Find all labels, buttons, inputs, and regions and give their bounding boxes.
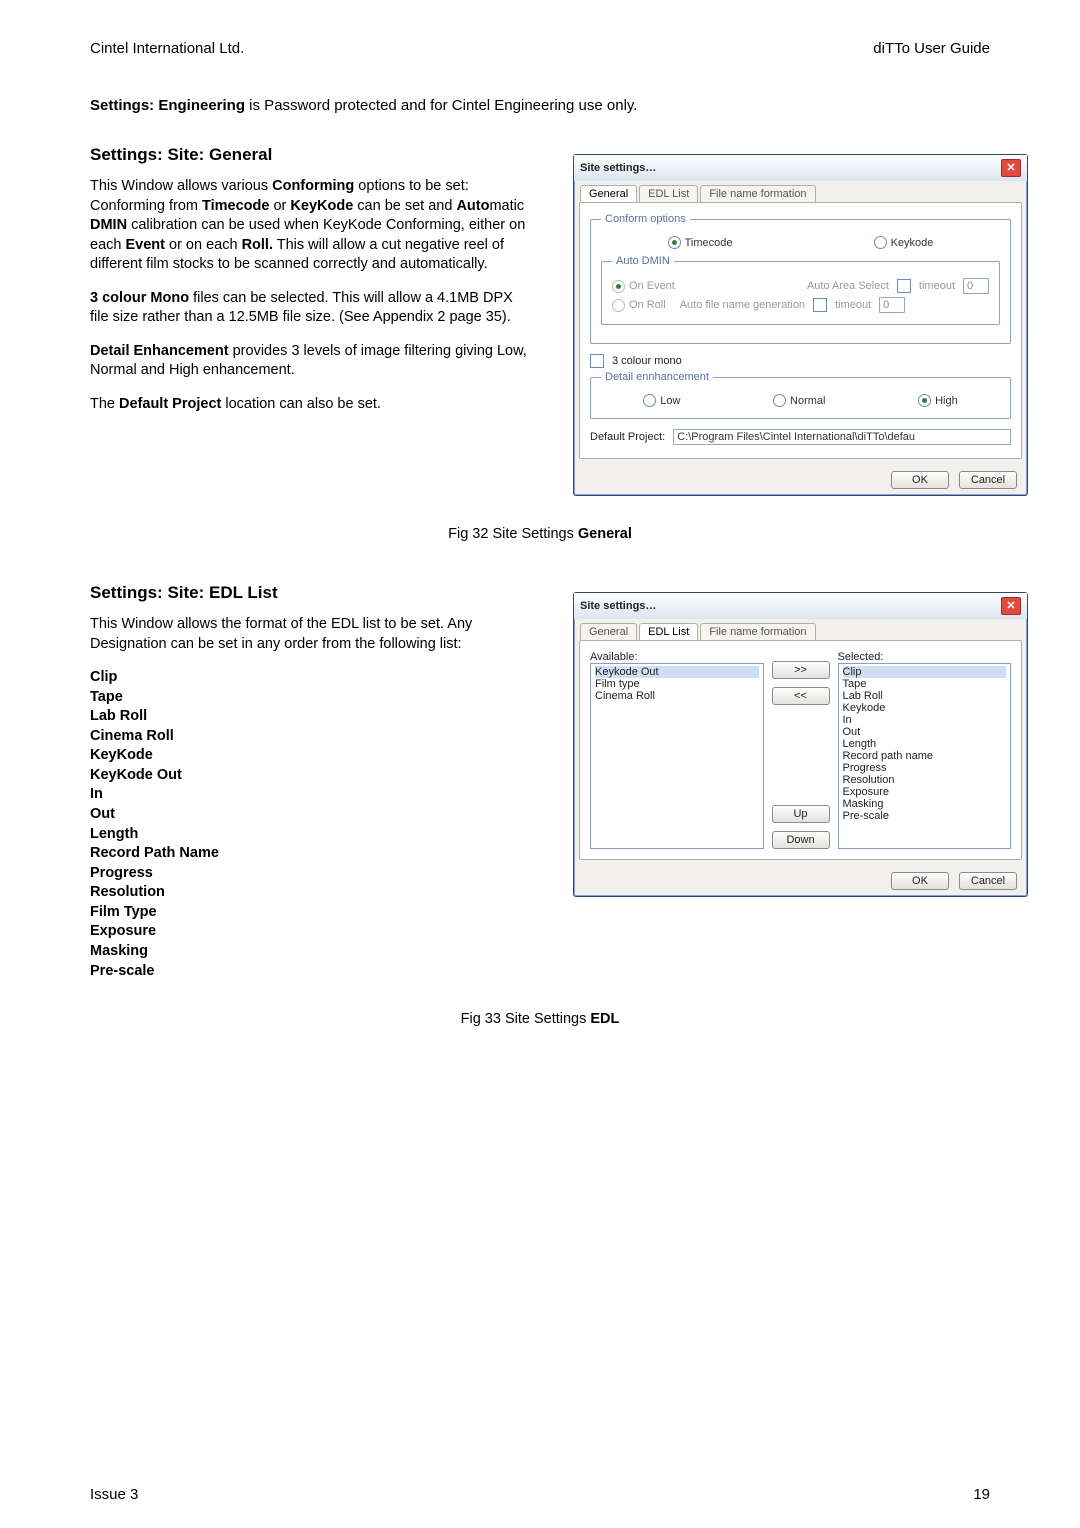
list-item: Record Path Name (90, 844, 535, 864)
ok-button[interactable]: OK (891, 872, 949, 890)
three-colour-mono-row: 3 colour mono (590, 354, 1011, 368)
figure-caption-32: Fig 32 Site Settings General (90, 526, 990, 542)
default-project-label: Default Project: (590, 431, 665, 443)
tab-general[interactable]: General (580, 623, 637, 640)
list-item[interactable]: Film type (595, 678, 759, 690)
remove-button[interactable]: << (772, 687, 830, 705)
three-colour-mono-label: 3 colour mono (612, 355, 682, 367)
issue-number: Issue 3 (90, 1486, 138, 1503)
list-item: Out (90, 805, 535, 825)
designation-list: ClipTapeLab RollCinema RollKeyKodeKeyKod… (90, 668, 535, 981)
list-item[interactable]: In (843, 714, 1007, 726)
list-item[interactable]: Keykode Out (595, 666, 759, 678)
detail-enhancement-group: Detail ennhancement Low Normal High (590, 371, 1011, 419)
auto-area-select-checkbox (897, 279, 911, 293)
radio-timecode[interactable]: Timecode (668, 236, 733, 249)
general-p4: The Default Project location can also be… (90, 395, 535, 415)
general-p3: Detail Enhancement provides 3 levels of … (90, 342, 535, 381)
detail-legend: Detail ennhancement (601, 371, 713, 383)
doc-header: diTTo User Guide (873, 40, 990, 57)
list-item[interactable]: Tape (843, 678, 1007, 690)
tab-file-name-formation[interactable]: File name formation (700, 623, 815, 640)
list-item[interactable]: Cinema Roll (595, 690, 759, 702)
section-title-general: Settings: Site: General (90, 144, 535, 167)
list-item[interactable]: Keykode (843, 702, 1007, 714)
auto-area-select-label: Auto Area Select (807, 280, 889, 292)
tab-general[interactable]: General (580, 185, 637, 202)
close-icon[interactable]: ✕ (1001, 597, 1021, 615)
radio-on-event: On Event (612, 280, 675, 293)
timeout-input-2: 0 (879, 297, 905, 313)
timeout-label-2: timeout (835, 299, 871, 311)
default-project-input[interactable]: C:\Program Files\Cintel International\di… (673, 429, 1011, 445)
list-item: Pre-scale (90, 962, 535, 982)
tab-edl-list[interactable]: EDL List (639, 623, 698, 640)
selected-label: Selected: (838, 651, 1012, 663)
timeout-input-1: 0 (963, 278, 989, 294)
edl-p1: This Window allows the format of the EDL… (90, 615, 535, 654)
radio-keykode[interactable]: Keykode (874, 236, 934, 249)
general-p2: 3 colour Mono files can be selected. Thi… (90, 289, 535, 328)
auto-dmin-group: Auto DMIN On Event Auto Area Select time… (601, 255, 1000, 325)
auto-dmin-legend: Auto DMIN (612, 255, 674, 267)
list-item: KeyKode Out (90, 766, 535, 786)
list-item: Lab Roll (90, 707, 535, 727)
list-item: Masking (90, 942, 535, 962)
selected-listbox[interactable]: ClipTapeLab RollKeykodeInOutLengthRecord… (838, 663, 1012, 849)
company-header: Cintel International Ltd. (90, 40, 244, 57)
list-item: Resolution (90, 883, 535, 903)
list-item: Progress (90, 864, 535, 884)
available-listbox[interactable]: Keykode OutFilm typeCinema Roll (590, 663, 764, 849)
list-item[interactable]: Progress (843, 762, 1007, 774)
cancel-button[interactable]: Cancel (959, 471, 1017, 489)
list-item: Cinema Roll (90, 727, 535, 747)
list-item[interactable]: Lab Roll (843, 690, 1007, 702)
list-item[interactable]: Masking (843, 798, 1007, 810)
up-button[interactable]: Up (772, 805, 830, 823)
list-item[interactable]: Clip (843, 666, 1007, 678)
list-item: In (90, 785, 535, 805)
list-item: KeyKode (90, 746, 535, 766)
list-item[interactable]: Length (843, 738, 1007, 750)
site-settings-dialog-general: Site settings… ✕ General EDL List File n… (573, 154, 1028, 496)
list-item: Exposure (90, 922, 535, 942)
list-item[interactable]: Resolution (843, 774, 1007, 786)
conform-legend: Conform options (601, 213, 690, 225)
list-item: Length (90, 825, 535, 845)
page-number: 19 (973, 1486, 990, 1503)
figure-caption-33: Fig 33 Site Settings EDL (90, 1011, 990, 1027)
section-title-edl: Settings: Site: EDL List (90, 582, 535, 605)
list-item[interactable]: Pre-scale (843, 810, 1007, 822)
available-label: Available: (590, 651, 764, 663)
dialog-title: Site settings… (580, 162, 656, 174)
radio-high[interactable]: High (918, 394, 958, 407)
add-button[interactable]: >> (772, 661, 830, 679)
list-item[interactable]: Record path name (843, 750, 1007, 762)
auto-file-name-label: Auto file name generation (680, 299, 805, 311)
radio-normal[interactable]: Normal (773, 394, 825, 407)
cancel-button[interactable]: Cancel (959, 872, 1017, 890)
conform-options-group: Conform options Timecode Keykode Auto DM… (590, 213, 1011, 344)
close-icon[interactable]: ✕ (1001, 159, 1021, 177)
tab-edl-list[interactable]: EDL List (639, 185, 698, 202)
site-settings-dialog-edl: Site settings… ✕ General EDL List File n… (573, 592, 1028, 897)
engineering-line: Settings: Engineering is Password protec… (90, 97, 990, 114)
list-item: Film Type (90, 903, 535, 923)
radio-low[interactable]: Low (643, 394, 680, 407)
down-button[interactable]: Down (772, 831, 830, 849)
general-p1: This Window allows various Conforming op… (90, 177, 535, 275)
tab-file-name-formation[interactable]: File name formation (700, 185, 815, 202)
radio-on-roll: On Roll (612, 299, 666, 312)
list-item[interactable]: Out (843, 726, 1007, 738)
auto-file-name-checkbox (813, 298, 827, 312)
ok-button[interactable]: OK (891, 471, 949, 489)
dialog-title-edl: Site settings… (580, 600, 656, 612)
timeout-label-1: timeout (919, 280, 955, 292)
list-item: Tape (90, 688, 535, 708)
list-item: Clip (90, 668, 535, 688)
list-item[interactable]: Exposure (843, 786, 1007, 798)
three-colour-mono-checkbox[interactable] (590, 354, 604, 368)
